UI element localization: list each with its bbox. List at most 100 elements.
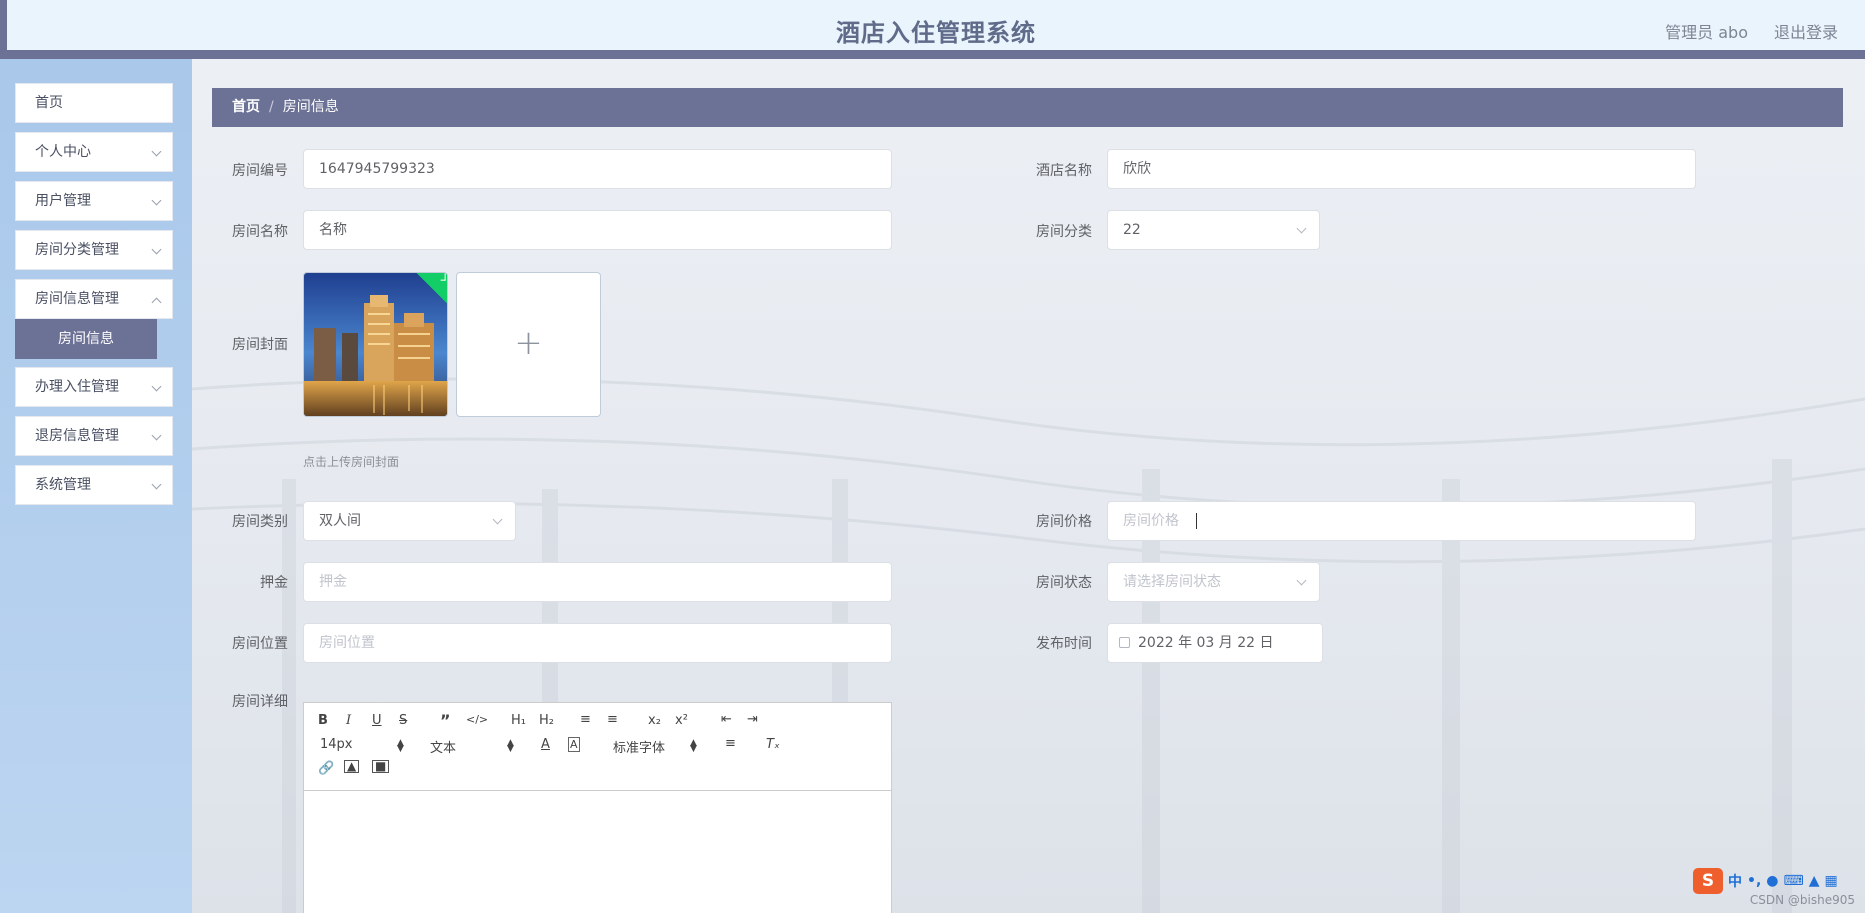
rich-text-editor[interactable]: B I U S ” </> H₁ H₂ ≡ ≡ x₂ x² ⇤ ⇥ 14px ▲… (303, 702, 892, 913)
sidebar-item-label: 首页 (35, 95, 63, 111)
editor-toolbar: B I U S ” </> H₁ H₂ ≡ ≡ x₂ x² ⇤ ⇥ 14px ▲… (304, 703, 891, 791)
room-category-label: 房间分类 (1036, 224, 1092, 240)
sidebar-item-label: 用户管理 (35, 193, 91, 209)
heading1-icon[interactable]: H₁ (511, 713, 526, 728)
sogou-logo-icon: S (1693, 868, 1723, 894)
room-status-label: 房间状态 (1036, 575, 1092, 591)
sidebar-item-label: 房间信息管理 (35, 291, 119, 307)
room-type-select[interactable]: 双人间 (303, 501, 516, 541)
sidebar-item-room-info-management[interactable]: 房间信息管理 (15, 279, 173, 319)
chevron-down-icon (1296, 575, 1307, 586)
microphone-icon: ● (1766, 873, 1779, 889)
underline-icon[interactable]: U (372, 713, 382, 728)
room-no-label: 房间编号 (232, 163, 288, 179)
room-category-select[interactable]: 22 (1107, 210, 1320, 250)
sidebar-subitem-room-info[interactable]: 房间信息 (15, 319, 157, 359)
bold-icon[interactable]: B (318, 713, 328, 728)
room-name-input[interactable]: 名称 (303, 210, 892, 250)
room-cover-label: 房间封面 (232, 337, 288, 353)
admin-user-label: 管理员 abo (1665, 23, 1748, 42)
ime-toolbar[interactable]: S 中 •, ● ⌨ ▲ ▦ (1693, 866, 1865, 896)
publish-time-value: 2022 年 03 月 22 日 (1138, 635, 1274, 651)
calendar-icon (1119, 637, 1130, 648)
sidebar-item-room-category-management[interactable]: 房间分类管理 (15, 230, 173, 270)
breadcrumb-home[interactable]: 首页 (232, 99, 260, 115)
font-family-select[interactable]: 标准字体 (613, 737, 665, 756)
deposit-label: 押金 (260, 575, 288, 591)
upload-add-button[interactable]: + (456, 272, 601, 417)
sidebar-item-label: 退房信息管理 (35, 428, 119, 444)
clear-format-icon[interactable]: Tₓ (766, 737, 780, 752)
hotel-name-input[interactable]: 欣欣 (1107, 149, 1696, 189)
room-no-input[interactable]: 1647945799323 (303, 149, 892, 189)
sidebar-item-label: 系统管理 (35, 477, 91, 493)
room-category-value: 22 (1123, 222, 1141, 238)
ordered-list-icon[interactable]: ≡ (580, 712, 591, 727)
main-content: 首页 / 房间信息 房间编号 1647945799323 酒店名称 欣欣 房间名称 … (192, 59, 1865, 913)
block-format-select[interactable]: 文本 (430, 737, 456, 756)
hotel-building-image (304, 273, 447, 416)
strikethrough-icon[interactable]: S (399, 713, 407, 728)
outdent-icon[interactable]: ⇤ (721, 712, 732, 727)
image-icon[interactable]: ▲ (344, 760, 360, 773)
select-arrows-icon: ▼ (507, 744, 514, 754)
breadcrumb-current: 房间信息 (282, 99, 339, 115)
room-detail-label: 房间详细 (232, 694, 288, 710)
room-type-value: 双人间 (319, 513, 361, 529)
sidebar-item-personal-center[interactable]: 个人中心 (15, 132, 173, 172)
indent-icon[interactable]: ⇥ (747, 712, 758, 727)
room-name-label: 房间名称 (232, 224, 288, 240)
chevron-down-icon (492, 514, 503, 525)
superscript-icon[interactable]: x² (675, 713, 688, 728)
subscript-icon[interactable]: x₂ (648, 713, 661, 728)
font-color-icon[interactable]: A (541, 737, 550, 752)
editor-content-area[interactable] (304, 791, 891, 913)
heading2-icon[interactable]: H₂ (539, 713, 554, 728)
chevron-down-icon (151, 244, 162, 255)
room-cover-thumbnail[interactable] (303, 272, 448, 417)
chevron-down-icon (151, 430, 162, 441)
sidebar-item-user-management[interactable]: 用户管理 (15, 181, 173, 221)
logout-link[interactable]: 退出登录 (1774, 19, 1838, 43)
font-size-select[interactable]: 14px (320, 737, 353, 752)
code-block-icon[interactable]: </> (466, 713, 488, 726)
breadcrumb: 首页 / 房间信息 (212, 88, 1843, 127)
sidebar-item-label: 个人中心 (35, 144, 91, 160)
sidebar-item-label: 办理入住管理 (35, 379, 119, 395)
room-location-label: 房间位置 (232, 636, 288, 652)
chevron-down-icon (151, 146, 162, 157)
sidebar-item-checkin-management[interactable]: 办理入住管理 (15, 367, 173, 407)
ime-language-label: 中 (1728, 874, 1742, 890)
punctuation-icon: •, (1747, 873, 1762, 889)
italic-icon[interactable]: I (346, 713, 351, 728)
background-color-icon[interactable]: A (568, 737, 580, 752)
csdn-watermark: CSDN @bishe905 (1749, 893, 1855, 907)
app-title: 酒店入住管理系统 (836, 19, 1036, 47)
sidebar-item-home[interactable]: 首页 (15, 83, 173, 123)
publish-time-picker[interactable]: 2022 年 03 月 22 日 (1107, 623, 1323, 663)
room-price-label: 房间价格 (1036, 514, 1092, 530)
chevron-down-icon (1296, 223, 1307, 234)
align-icon[interactable]: ≡ (725, 736, 736, 751)
keyboard-icon: ⌨ (1783, 873, 1804, 889)
room-location-input[interactable]: 房间位置 (303, 623, 892, 663)
sidebar-item-label: 房间分类管理 (35, 242, 119, 258)
select-arrows-icon: ▼ (690, 744, 697, 754)
blockquote-icon[interactable]: ” (440, 711, 451, 730)
sidebar: 首页 个人中心 用户管理 房间分类管理 房间信息管理 房间信息 办理入住管理 退… (0, 59, 192, 913)
sidebar-item-system-management[interactable]: 系统管理 (15, 465, 173, 505)
bullet-list-icon[interactable]: ≡ (607, 712, 618, 727)
sidebar-item-checkout-management[interactable]: 退房信息管理 (15, 416, 173, 456)
chevron-down-icon (151, 479, 162, 490)
top-header: 酒店入住管理系统 管理员 abo 退出登录 (0, 0, 1865, 59)
chevron-down-icon (151, 195, 162, 206)
publish-time-label: 发布时间 (1036, 636, 1092, 652)
deposit-input[interactable]: 押金 (303, 562, 892, 602)
room-status-select[interactable]: 请选择房间状态 (1107, 562, 1320, 602)
skin-icon: ▲ (1808, 873, 1820, 889)
link-icon[interactable]: 🔗 (318, 761, 334, 776)
breadcrumb-separator: / (269, 99, 274, 115)
video-icon[interactable]: ■ (372, 760, 390, 773)
chevron-down-icon (151, 381, 162, 392)
apps-icon: ▦ (1824, 873, 1838, 889)
